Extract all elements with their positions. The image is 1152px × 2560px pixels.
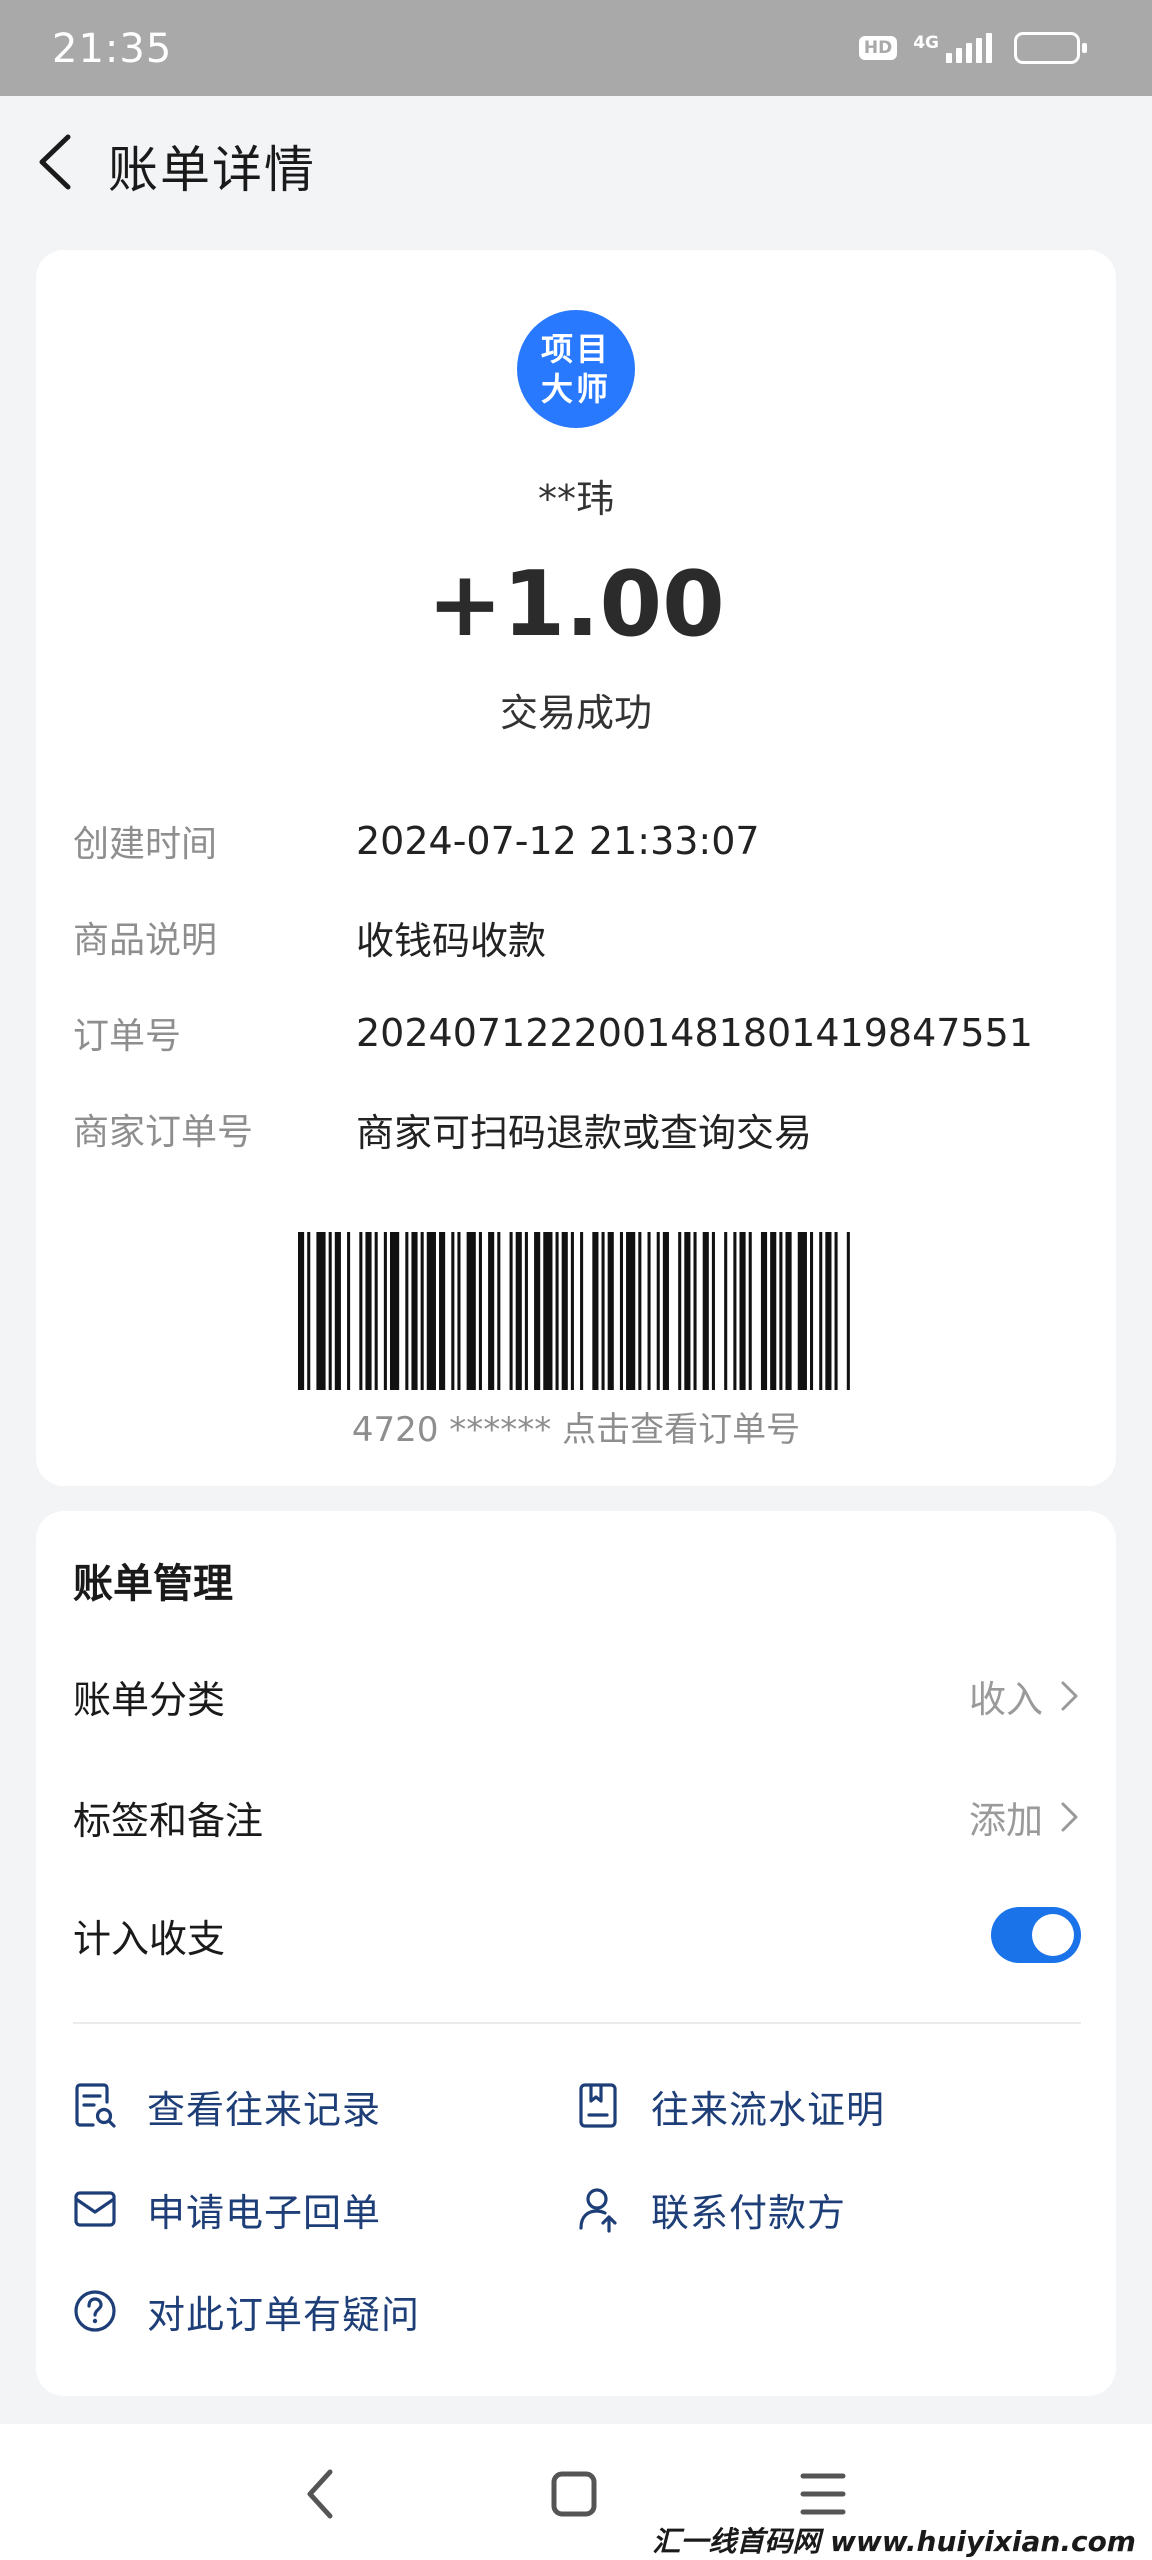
nav-back-icon[interactable] (292, 2464, 352, 2524)
action-label: 申请电子回单 (147, 2190, 382, 2235)
detail-label: 创建时间 (73, 824, 218, 865)
site-watermark: 汇一线首码网 www.huiyixian.com (646, 2518, 1142, 2560)
transaction-status: 交易成功 (499, 691, 652, 735)
order-question-link[interactable]: 对此订单有疑问 (73, 2276, 420, 2346)
bill-management-card: 账单管理 账单分类 收入 标签和备注 添加 计入收支 查看往来记录 往来流水证明… (36, 1511, 1116, 2396)
view-records-link[interactable]: 查看往来记录 (73, 2071, 381, 2141)
barcode-caption[interactable]: 4720 ****** 点击查看订单号 (36, 1402, 1116, 1451)
action-label: 联系付款方 (651, 2190, 847, 2235)
row-value: 添加 (969, 1799, 1043, 1842)
detail-label: 订单号 (73, 1016, 182, 1057)
page-header: 账单详情 (0, 96, 1152, 226)
chevron-right-icon (1061, 1802, 1078, 1832)
hd-badge: HD (858, 36, 898, 60)
nav-menu-icon[interactable] (793, 2464, 853, 2524)
action-label: 对此订单有疑问 (147, 2292, 421, 2337)
tags-notes-row[interactable]: 标签和备注 添加 (73, 1782, 1081, 1852)
detail-value: 2024-07-12 21:33:07 (356, 819, 760, 863)
divider (73, 2022, 1081, 2024)
electronic-receipt-link[interactable]: 申请电子回单 (73, 2174, 381, 2244)
chevron-right-icon (1061, 1681, 1078, 1711)
detail-label: 商家订单号 (73, 1112, 254, 1153)
detail-row-created-time: 创建时间 2024-07-12 21:33:07 (73, 813, 760, 869)
back-arrow-icon[interactable] (32, 133, 78, 191)
battery-icon (1014, 32, 1087, 64)
row-label: 标签和备注 (73, 1798, 264, 1843)
action-label: 往来流水证明 (651, 2087, 886, 2132)
signal-strength-icon: 4G (913, 33, 992, 63)
statement-proof-link[interactable]: 往来流水证明 (577, 2071, 885, 2141)
order-barcode[interactable] (298, 1232, 856, 1390)
page-title: 账单详情 (108, 141, 316, 199)
envelope-icon (74, 2191, 116, 2227)
contact-payer-link[interactable]: 联系付款方 (577, 2174, 846, 2244)
nav-home-icon[interactable] (544, 2464, 604, 2524)
status-indicators: HD 4G (858, 32, 1087, 64)
records-search-icon (75, 2083, 116, 2128)
statement-proof-icon (579, 2083, 617, 2128)
detail-row-order-number: 订单号 20240712220014818014198475​51 (73, 1005, 1033, 1061)
status-time: 21:35 (52, 26, 173, 72)
question-circle-icon (74, 2290, 116, 2332)
row-label: 计入收支 (73, 1916, 226, 1961)
payee-avatar: 项目大师 (517, 310, 635, 428)
contact-payer-icon (579, 2188, 617, 2233)
detail-row-merchant-order: 商家订单号 商家可扫码退款或查询交易 (73, 1101, 812, 1157)
count-in-budget-toggle[interactable] (991, 1907, 1081, 1963)
section-title: 账单管理 (73, 1561, 233, 1607)
detail-value[interactable]: 20240712220014818014198475​51 (356, 1011, 1033, 1055)
detail-row-product-description: 商品说明 收钱码收款 (73, 909, 546, 965)
network-type: 4G (913, 33, 939, 53)
detail-value: 商家可扫码退款或查询交易 (356, 1110, 813, 1155)
row-label: 账单分类 (73, 1677, 226, 1722)
action-label: 查看往来记录 (147, 2087, 382, 2132)
payer-name: **玮 (537, 477, 614, 521)
detail-label: 商品说明 (73, 920, 218, 961)
bill-category-row[interactable]: 账单分类 收入 (73, 1661, 1081, 1731)
toggle-knob (1032, 1914, 1074, 1956)
transaction-card: 项目大师 **玮 +1.00 交易成功 创建时间 2024-07-12 21:3… (36, 250, 1116, 1486)
transaction-amount: +1.00 (427, 552, 725, 657)
count-in-budget-row: 计入收支 (73, 1900, 1081, 1970)
row-value: 收入 (969, 1678, 1043, 1721)
status-bar: 21:35 HD 4G (0, 0, 1152, 96)
detail-value: 收钱码收款 (356, 918, 547, 963)
